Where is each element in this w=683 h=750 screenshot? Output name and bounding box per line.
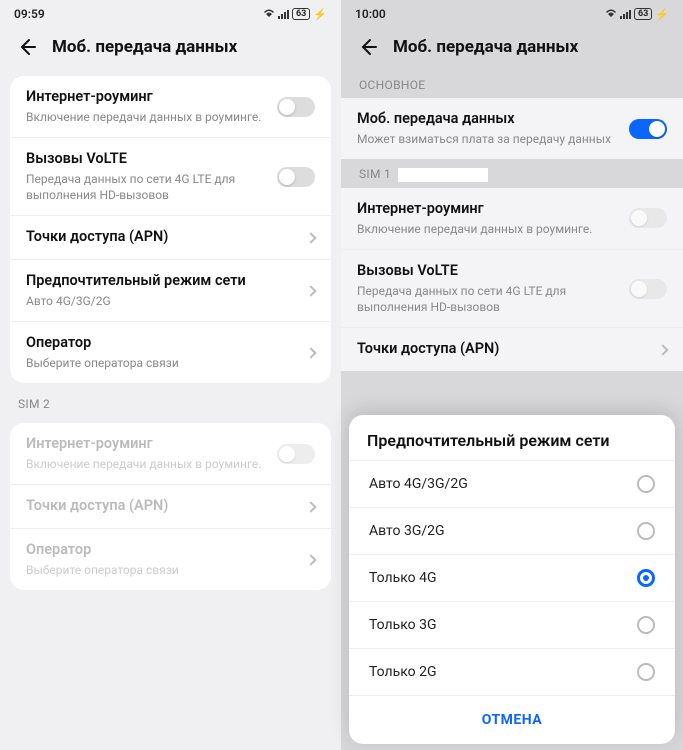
page-title: Моб. передача данных: [393, 37, 578, 57]
battery-icon: 63: [634, 8, 652, 20]
row-apn[interactable]: Точки доступа (APN): [10, 216, 331, 260]
chevron-right-icon: [305, 347, 316, 358]
phone-left: 09:59 63 ⚡ Моб. передача данных Интернет…: [0, 0, 341, 750]
wifi-icon: [605, 8, 617, 21]
row-sub: Выберите оператора связи: [26, 562, 299, 578]
row-mobile-data[interactable]: Моб. передача данных Может взиматься пла…: [341, 98, 683, 159]
option-label: Авто 3G/2G: [369, 523, 445, 539]
row-internet-roaming[interactable]: Интернет-роуминг Включение передачи данн…: [341, 188, 683, 250]
status-bar: 10:00 63 ⚡: [341, 0, 683, 28]
option-auto-4g-3g-2g[interactable]: Авто 4G/3G/2G: [349, 460, 675, 507]
row-sub: Включение передачи данных в роуминге.: [357, 221, 629, 237]
row-sub: Выберите оператора связи: [26, 355, 299, 371]
radio-icon: [637, 616, 655, 634]
row-title: Предпочтительный режим сети: [26, 272, 299, 291]
row-title: Интернет-роуминг: [26, 435, 277, 454]
toggle-volte[interactable]: [277, 167, 315, 187]
row-sub: Может взиматься плата за передачу данных: [357, 131, 629, 147]
row-title: Моб. передача данных: [357, 110, 629, 129]
row-apn-sim2: Точки доступа (APN): [10, 485, 331, 529]
toggle-roaming[interactable]: [629, 208, 667, 228]
settings-group-1: Интернет-роуминг Включение передачи данн…: [10, 76, 331, 383]
row-volte[interactable]: Вызовы VoLTE Передача данных по сети 4G …: [341, 250, 683, 328]
radio-icon: [637, 663, 655, 681]
row-internet-roaming[interactable]: Интернет-роуминг Включение передачи данн…: [10, 76, 331, 138]
option-only-3g[interactable]: Только 3G: [349, 601, 675, 648]
status-bar: 09:59 63 ⚡: [0, 0, 341, 28]
option-only-2g[interactable]: Только 2G: [349, 648, 675, 695]
status-icons: 63 ⚡: [263, 8, 327, 21]
row-sub: Передача данных по сети 4G LTE для выпол…: [357, 283, 629, 315]
back-icon[interactable]: [16, 36, 38, 58]
toggle-mobile-data[interactable]: [629, 119, 667, 139]
header: Моб. передача данных: [0, 28, 341, 70]
sim1-text: SIM 1: [359, 167, 391, 181]
chevron-right-icon: [305, 232, 316, 243]
row-sub: Авто 4G/3G/2G: [26, 293, 299, 309]
row-volte[interactable]: Вызовы VoLTE Передача данных по сети 4G …: [10, 138, 331, 216]
row-title: Точки доступа (APN): [26, 497, 299, 516]
row-operator-sim2: Оператор Выберите оператора связи: [10, 529, 331, 590]
row-title: Вызовы VoLTE: [26, 150, 277, 169]
settings-group-sim1: Интернет-роуминг Включение передачи данн…: [341, 188, 683, 371]
wifi-icon: [263, 8, 275, 21]
battery-icon: 63: [292, 8, 310, 20]
row-title: Оператор: [26, 541, 299, 560]
network-mode-sheet: Предпочтительный режим сети Авто 4G/3G/2…: [349, 415, 675, 744]
status-time: 10:00: [355, 7, 386, 21]
toggle-roaming[interactable]: [277, 97, 315, 117]
charging-icon: ⚡: [655, 8, 669, 21]
row-title: Точки доступа (APN): [357, 340, 651, 359]
option-label: Только 4G: [369, 570, 437, 586]
page-title: Моб. передача данных: [52, 37, 237, 57]
signal-icon: [278, 9, 289, 19]
chevron-right-icon: [305, 285, 316, 296]
mobile-data-group: Моб. передача данных Может взиматься пла…: [341, 98, 683, 159]
sim1-redaction: [398, 168, 488, 182]
option-label: Авто 4G/3G/2G: [369, 476, 468, 492]
chevron-right-icon: [657, 344, 668, 355]
row-title: Вызовы VoLTE: [357, 262, 629, 281]
row-internet-roaming-sim2: Интернет-роуминг Включение передачи данн…: [10, 423, 331, 485]
option-auto-3g-2g[interactable]: Авто 3G/2G: [349, 507, 675, 554]
radio-icon: [637, 475, 655, 493]
option-only-4g[interactable]: Только 4G: [349, 554, 675, 601]
row-title: Интернет-роуминг: [357, 200, 629, 219]
sheet-title: Предпочтительный режим сети: [349, 415, 675, 460]
signal-icon: [620, 9, 631, 19]
section-main-label: ОСНОВНОЕ: [341, 70, 683, 98]
row-operator[interactable]: Оператор Выберите оператора связи: [10, 322, 331, 383]
settings-group-sim2: Интернет-роуминг Включение передачи данн…: [10, 423, 331, 590]
row-network-mode[interactable]: Предпочтительный режим сети Авто 4G/3G/2…: [10, 260, 331, 322]
chevron-right-icon: [305, 554, 316, 565]
status-time: 09:59: [14, 7, 45, 21]
option-label: Только 3G: [369, 617, 437, 633]
row-apn[interactable]: Точки доступа (APN): [341, 328, 683, 371]
status-icons: 63 ⚡: [605, 8, 669, 21]
charging-icon: ⚡: [313, 8, 327, 21]
cancel-button[interactable]: ОТМЕНА: [349, 695, 675, 744]
row-title: Оператор: [26, 334, 299, 353]
sim1-label: SIM 1: [341, 159, 683, 188]
sim2-label: SIM 2: [0, 389, 341, 417]
chevron-right-icon: [305, 501, 316, 512]
option-label: Только 2G: [369, 664, 437, 680]
radio-icon: [637, 522, 655, 540]
row-sub: Включение передачи данных в роуминге.: [26, 109, 277, 125]
row-sub: Включение передачи данных в роуминге.: [26, 456, 277, 472]
row-title: Точки доступа (APN): [26, 228, 299, 247]
row-sub: Передача данных по сети 4G LTE для выпол…: [26, 171, 277, 203]
toggle-volte[interactable]: [629, 279, 667, 299]
radio-icon: [637, 569, 655, 587]
header: Моб. передача данных: [341, 28, 683, 70]
row-title: Интернет-роуминг: [26, 88, 277, 107]
back-icon[interactable]: [357, 36, 379, 58]
toggle-roaming-sim2: [277, 444, 315, 464]
phone-right: 10:00 63 ⚡ Моб. передача данных ОСНОВНОЕ…: [341, 0, 683, 750]
